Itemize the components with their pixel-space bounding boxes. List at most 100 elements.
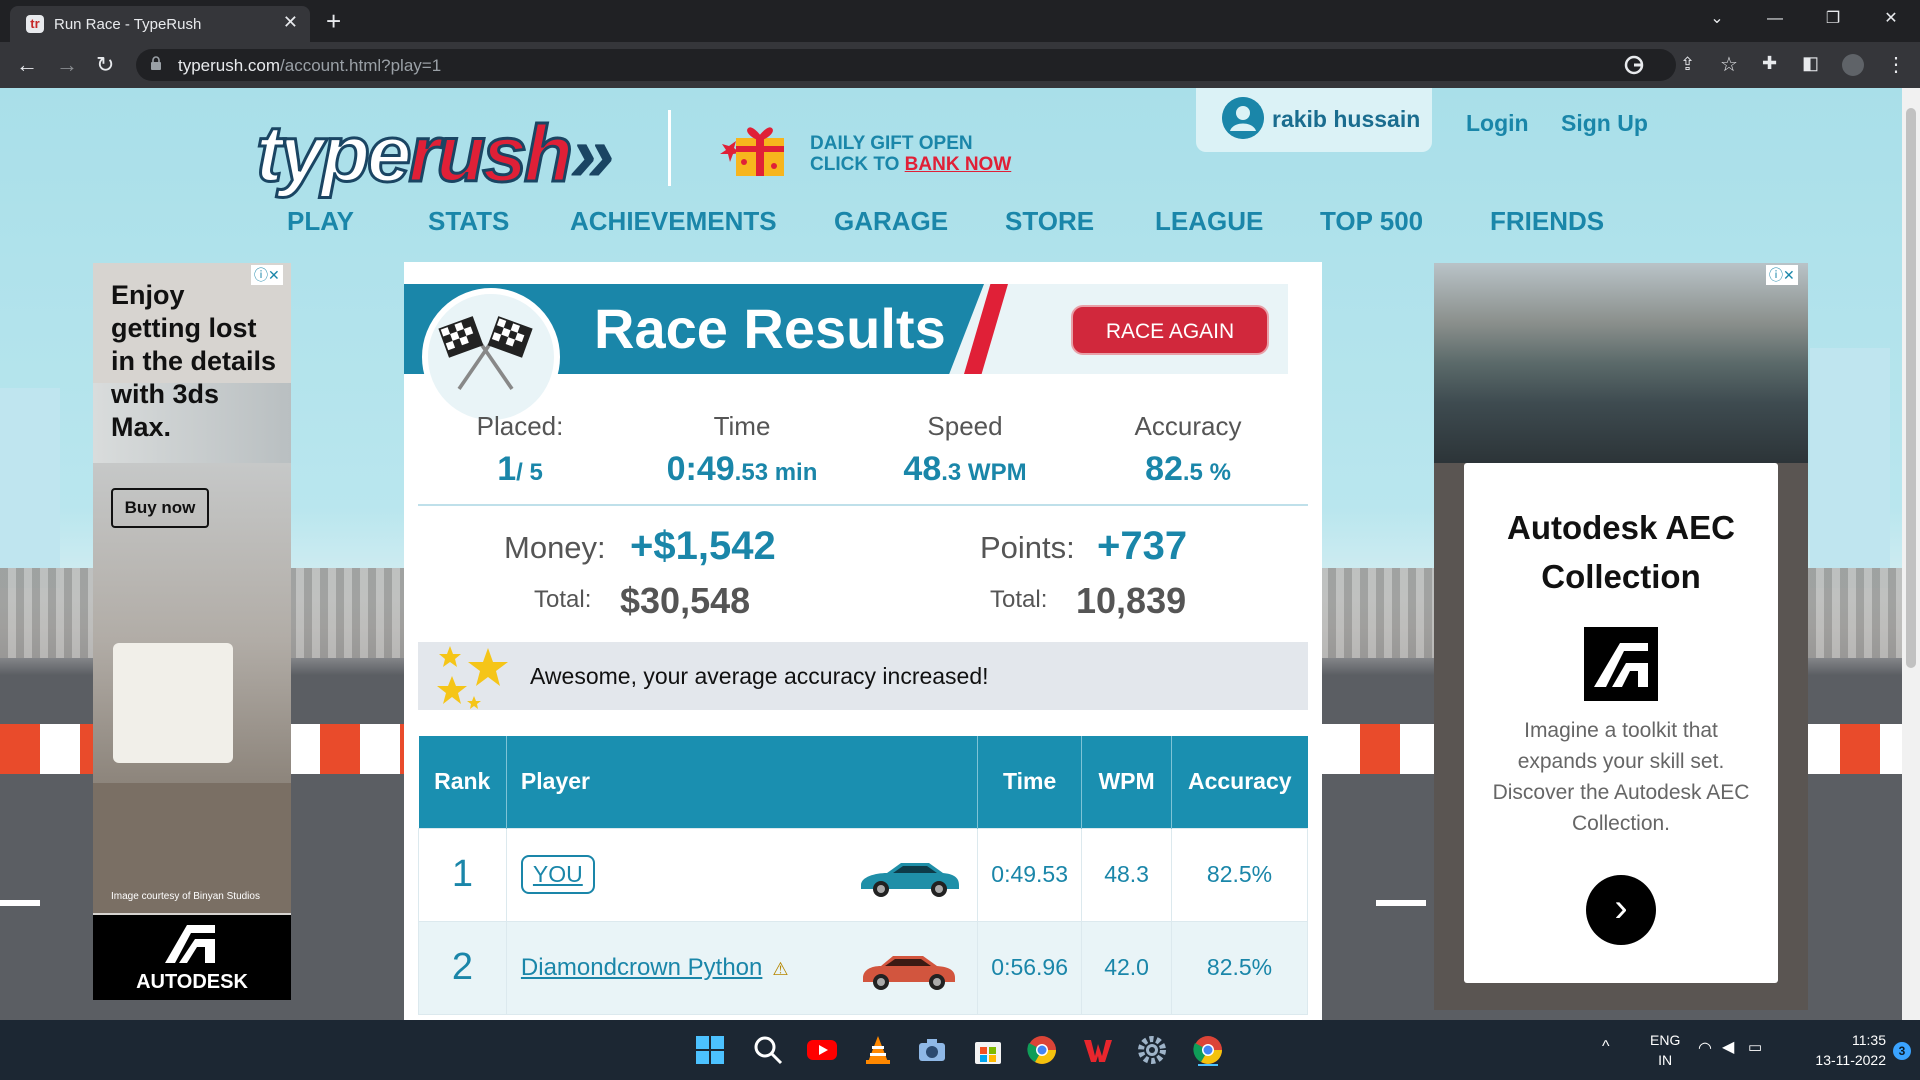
taskbar-clock[interactable]: 11:35 13-11-2022: [1786, 1030, 1886, 1070]
tray-chevron-icon[interactable]: ^: [1602, 1038, 1610, 1056]
windows-start-icon[interactable]: [694, 1034, 726, 1066]
restore-button[interactable]: ❐: [1804, 0, 1862, 42]
google-lens-icon[interactable]: [1624, 55, 1644, 75]
table-header-row: Rank Player Time WPM Accuracy: [418, 736, 1308, 828]
settings-gear-icon[interactable]: [1136, 1034, 1168, 1066]
scrollbar-thumb[interactable]: [1906, 108, 1916, 668]
profile-avatar[interactable]: [1842, 54, 1864, 76]
adchoices-icon[interactable]: ⓘ✕: [251, 265, 283, 285]
nav-stats[interactable]: STATS: [428, 206, 509, 237]
bookmark-star-icon[interactable]: ☆: [1720, 52, 1738, 77]
back-arrow-icon[interactable]: ←: [16, 52, 38, 78]
side-panel-icon[interactable]: ◧: [1802, 53, 1819, 74]
lock-icon[interactable]: [150, 56, 162, 70]
background-lane-line: [1376, 900, 1426, 906]
chrome-profile-icon[interactable]: [1192, 1034, 1224, 1066]
speed-label: Speed: [927, 411, 1003, 441]
nav-league[interactable]: LEAGUE: [1155, 206, 1263, 237]
notification-badge[interactable]: 3: [1893, 1042, 1911, 1060]
checkered-flags-icon: [422, 288, 560, 426]
table-row: 1 YOU 0:49.53 48.3 82.5%: [418, 827, 1308, 922]
browser-tab[interactable]: tr Run Race - TypeRush ✕: [10, 6, 310, 42]
speed-main: 48: [903, 450, 942, 488]
gift-box-icon[interactable]: [718, 118, 786, 176]
placed-label: Placed:: [476, 411, 564, 441]
autodesk-wordmark: AUTODESK: [136, 971, 248, 993]
player-name-link[interactable]: Diamondcrown Python: [521, 954, 762, 981]
new-tab-button[interactable]: +: [326, 6, 341, 37]
browser-tab-strip: tr Run Race - TypeRush ✕ + ⌄ — ❐ ✕: [0, 0, 1920, 42]
warning-icon[interactable]: ⚠: [772, 959, 788, 980]
race-results-banner: Race Results RACE AGAIN: [404, 284, 1288, 426]
user-account-box[interactable]: rakib hussain: [1196, 88, 1432, 152]
ad-photo-piano: [113, 643, 233, 763]
close-window-button[interactable]: ✕: [1862, 0, 1920, 42]
buy-now-button[interactable]: Buy now: [111, 488, 209, 528]
ad-right-card: Autodesk AEC Collection Imagine a toolki…: [1464, 463, 1778, 983]
wps-office-icon[interactable]: [1082, 1034, 1114, 1066]
typerush-favicon-icon: tr: [26, 15, 44, 33]
microsoft-store-icon[interactable]: [972, 1034, 1004, 1066]
username[interactable]: rakib hussain: [1272, 106, 1420, 133]
bank-now-link[interactable]: BANK NOW: [905, 154, 1012, 175]
accuracy-notice: Awesome, your average accuracy increased…: [418, 642, 1308, 710]
placed-of: / 5: [516, 459, 543, 486]
right-advertisement[interactable]: Autodesk AEC Collection Imagine a toolki…: [1434, 263, 1808, 1010]
table-row: 2 Diamondcrown Python ⚠ 0:56.96 42.0 82.5…: [418, 920, 1308, 1015]
row-time: 0:49.53: [977, 827, 1083, 922]
nav-friends[interactable]: FRIENDS: [1490, 206, 1604, 237]
login-link[interactable]: Login: [1466, 110, 1529, 137]
nav-store[interactable]: STORE: [1005, 206, 1094, 237]
youtube-icon[interactable]: [806, 1034, 838, 1066]
language-indicator[interactable]: ENG IN: [1650, 1030, 1680, 1070]
nav-garage[interactable]: GARAGE: [834, 206, 948, 237]
player-you-link[interactable]: YOU: [520, 855, 595, 894]
forward-arrow-icon[interactable]: →: [56, 52, 78, 78]
ad-next-arrow-button[interactable]: ›: [1586, 875, 1656, 945]
header-time: Time: [977, 736, 1083, 828]
left-advertisement[interactable]: Enjoy getting lost in the details with 3…: [93, 263, 291, 1000]
background-skyline: [1810, 348, 1890, 588]
accuracy-fraction: .5 %: [1182, 459, 1231, 486]
search-icon[interactable]: [752, 1034, 784, 1066]
placed-rank: 1: [497, 450, 517, 488]
battery-icon[interactable]: ▭: [1748, 1038, 1762, 1056]
daily-gift-cta: CLICK TO BANK NOW: [810, 154, 1011, 176]
chrome-icon[interactable]: [1026, 1034, 1058, 1066]
wifi-icon[interactable]: ◠: [1698, 1038, 1712, 1058]
header-player: Player: [506, 736, 979, 828]
ad-left-headline: Enjoy getting lost in the details with 3…: [111, 280, 277, 442]
tab-title: Run Race - TypeRush: [54, 16, 202, 33]
camera-icon[interactable]: [916, 1034, 948, 1066]
reload-icon[interactable]: ↻: [96, 52, 114, 78]
tab-search-chevron-icon[interactable]: ⌄: [1688, 0, 1746, 42]
daily-gift-text: DAILY GIFT OPEN: [810, 133, 973, 154]
points-total-label: Total:: [990, 586, 1048, 613]
time-fraction: .53 min: [734, 459, 818, 486]
player-car-icon: [863, 955, 956, 990]
speed-fraction: .3 WPM: [941, 459, 1027, 486]
signup-link[interactable]: Sign Up: [1561, 110, 1648, 137]
typerush-logo[interactable]: typerush»: [255, 108, 615, 200]
nav-achievements[interactable]: ACHIEVEMENTS: [570, 206, 777, 237]
share-icon[interactable]: ⇪: [1680, 54, 1695, 75]
nav-play[interactable]: PLAY: [287, 206, 354, 237]
tab-close-icon[interactable]: ✕: [283, 12, 298, 33]
row-time: 0:56.96: [977, 920, 1083, 1015]
minimize-button[interactable]: —: [1746, 0, 1804, 42]
extensions-puzzle-icon[interactable]: ✚: [1762, 53, 1777, 74]
logo-chevrons: »: [569, 109, 614, 198]
address-bar[interactable]: typerush.com/account.html?play=1: [136, 49, 1676, 81]
volume-icon[interactable]: ◀: [1722, 1037, 1734, 1057]
adchoices-icon[interactable]: ⓘ✕: [1766, 265, 1798, 285]
header-rank: Rank: [418, 736, 507, 828]
page-scrollbar[interactable]: [1902, 88, 1920, 1020]
nav-top-500[interactable]: TOP 500: [1320, 206, 1423, 237]
header-accuracy: Accuracy: [1171, 736, 1308, 828]
ad-city-photo: [1434, 263, 1808, 463]
row-rank: 2: [418, 920, 507, 1015]
browser-menu-icon[interactable]: ⋮: [1886, 52, 1906, 77]
race-again-button[interactable]: RACE AGAIN: [1071, 305, 1269, 355]
money-earned: +$1,542: [630, 524, 776, 568]
vlc-icon[interactable]: [862, 1034, 894, 1066]
